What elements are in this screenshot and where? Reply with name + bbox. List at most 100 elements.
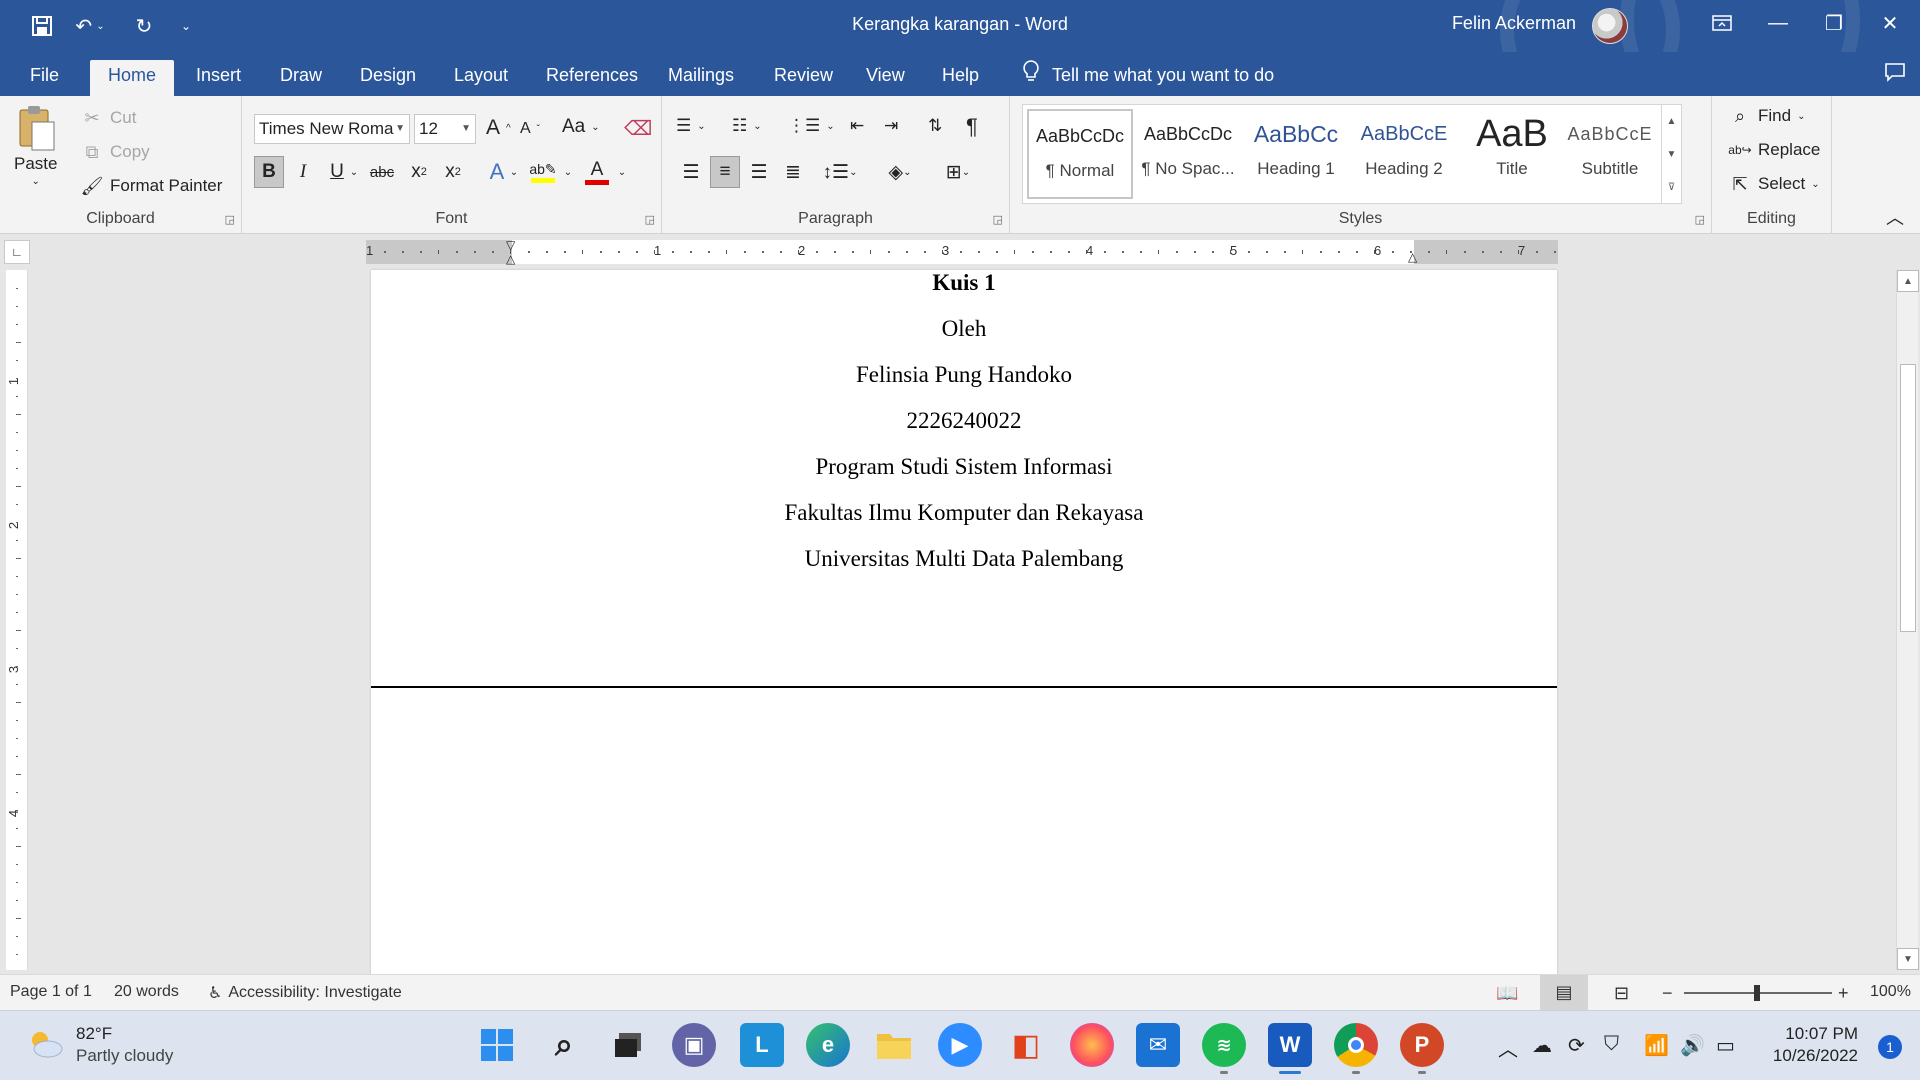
clear-formatting-button[interactable]: ⌫ (624, 116, 652, 141)
underline-dropdown-icon[interactable]: ⌄ (346, 156, 362, 188)
font-color-dropdown-icon[interactable]: ⌄ (614, 156, 630, 188)
ribbon-display-options-icon[interactable] (1692, 0, 1752, 46)
show-hide-button[interactable]: ¶ (966, 114, 978, 140)
task-view-icon[interactable] (606, 1023, 650, 1067)
word-count[interactable]: 20 words (114, 983, 179, 1001)
superscript-button[interactable]: x2 (438, 156, 468, 188)
copy-button[interactable]: ⧉ Copy (80, 140, 150, 164)
zoom-slider-thumb[interactable] (1754, 985, 1760, 1001)
style-heading-1[interactable]: AaBbCc Heading 1 (1243, 109, 1349, 199)
tab-review[interactable]: Review (756, 60, 851, 96)
cut-button[interactable]: ✂ Cut (80, 106, 136, 130)
font-size-dropdown-icon[interactable]: ▼ (461, 115, 471, 143)
zoom-out-icon[interactable]: − (1662, 983, 1673, 1004)
firefox-icon[interactable] (1070, 1023, 1114, 1067)
line-spacing-button[interactable]: ↕☰ ⌄ (820, 156, 860, 188)
shrink-font-button[interactable]: Aˇ (520, 120, 540, 138)
align-center-button[interactable]: ≡ (710, 156, 740, 188)
clipboard-launcher-icon[interactable]: ◲ (225, 213, 235, 226)
italic-button[interactable]: I (288, 156, 318, 188)
style-title[interactable]: AaB Title (1459, 109, 1565, 199)
comments-icon[interactable] (1884, 62, 1906, 88)
print-layout-icon[interactable]: ▤ (1540, 975, 1588, 1010)
show-hidden-icons-icon[interactable]: ︿ (1498, 1033, 1518, 1062)
zoom-in-icon[interactable]: + (1838, 983, 1849, 1004)
subscript-button[interactable]: x2 (404, 156, 434, 188)
chrome-icon[interactable] (1334, 1023, 1378, 1074)
find-button[interactable]: ⌕ Find ⌄ (1728, 104, 1806, 128)
align-left-button[interactable]: ☰ (676, 156, 706, 188)
text-effects-dropdown-icon[interactable]: ⌄ (506, 156, 522, 188)
office-icon[interactable]: ◧ (1004, 1023, 1048, 1067)
format-painter-button[interactable]: 🖌 Format Painter (80, 174, 223, 198)
accessibility-status[interactable]: ♿ Accessibility: Investigate (208, 983, 402, 1003)
word-icon[interactable]: W (1268, 1023, 1312, 1074)
tab-selector[interactable]: ∟ (4, 240, 30, 264)
vertical-scrollbar[interactable]: ▲ ▼ (1896, 270, 1919, 970)
tell-me-search[interactable]: Tell me what you want to do (1022, 59, 1274, 90)
tab-draw[interactable]: Draw (262, 60, 340, 96)
lumion-icon[interactable]: L (740, 1023, 784, 1067)
tab-home[interactable]: Home (90, 60, 175, 96)
highlight-button[interactable]: ab✎ (528, 156, 558, 188)
increase-indent-button[interactable]: ⇥ (884, 116, 898, 136)
grow-font-button[interactable]: A ^ (486, 116, 511, 140)
zoom-app-icon[interactable]: ▶ (938, 1023, 982, 1067)
edge-icon[interactable]: e (806, 1023, 850, 1067)
highlight-dropdown-icon[interactable]: ⌄ (560, 156, 576, 188)
notification-badge[interactable]: 1 (1878, 1035, 1902, 1059)
doc-line[interactable]: Felinsia Pung Handoko (371, 362, 1557, 388)
decrease-indent-button[interactable]: ⇤ (850, 116, 864, 136)
sync-icon[interactable]: ⟳ (1568, 1033, 1585, 1058)
paragraph-launcher-icon[interactable]: ◲ (993, 213, 1003, 226)
tab-insert[interactable]: Insert (178, 60, 259, 96)
tab-design[interactable]: Design (342, 60, 434, 96)
avatar[interactable] (1592, 8, 1628, 44)
spotify-icon[interactable]: ≋ (1202, 1023, 1246, 1074)
doc-line[interactable]: Oleh (371, 316, 1557, 342)
zoom-level[interactable]: 100% (1870, 983, 1911, 1001)
doc-line[interactable]: Program Studi Sistem Informasi (371, 454, 1557, 480)
page-count[interactable]: Page 1 of 1 (10, 983, 92, 1001)
multilevel-list-button[interactable]: ⋮☰ ⌄ (788, 116, 835, 136)
tab-file[interactable]: File (12, 60, 77, 96)
borders-button[interactable]: ⊞ ⌄ (936, 156, 980, 188)
mail-icon[interactable]: ✉ (1136, 1023, 1180, 1067)
restore-icon[interactable]: ❐ (1804, 0, 1864, 46)
paste-button[interactable]: Paste ⌄ (14, 104, 57, 187)
style-subtitle[interactable]: AaBbCcE Subtitle (1557, 109, 1663, 199)
paste-dropdown-icon[interactable]: ⌄ (32, 176, 40, 187)
start-icon[interactable] (475, 1023, 519, 1067)
strikethrough-button[interactable]: abc (364, 156, 400, 188)
doc-line[interactable]: Universitas Multi Data Palembang (371, 546, 1557, 572)
powerpoint-icon[interactable]: P (1400, 1023, 1444, 1074)
styles-launcher-icon[interactable]: ◲ (1695, 213, 1705, 226)
font-size-box[interactable]: 12 ▼ (414, 114, 476, 144)
hanging-indent-marker[interactable]: △ (506, 252, 515, 266)
horizontal-ruler[interactable]: 1 1 2 3 4 5 6 7 ▽ △ △ (366, 238, 1558, 266)
styles-more-icon[interactable]: ⊽ (1661, 171, 1681, 204)
search-taskbar-icon[interactable]: ⌕ (542, 1023, 586, 1067)
font-color-button[interactable]: A (582, 156, 612, 188)
user-name[interactable]: Felin Ackerman (1452, 13, 1576, 34)
clock[interactable]: 10:07 PM 10/26/2022 (1773, 1023, 1858, 1067)
bold-button[interactable]: B (254, 156, 284, 188)
close-icon[interactable]: ✕ (1860, 0, 1920, 46)
select-button[interactable]: ⇱ Select ⌄ (1728, 172, 1819, 196)
tab-mailings[interactable]: Mailings (650, 60, 752, 96)
tab-help[interactable]: Help (924, 60, 997, 96)
volume-icon[interactable]: 🔊 (1680, 1033, 1705, 1058)
replace-button[interactable]: ab↪ Replace (1728, 138, 1820, 162)
weather-widget[interactable]: 82°F Partly cloudy (26, 1023, 173, 1067)
antivirus-icon[interactable]: ⛉ (1604, 1033, 1619, 1056)
scroll-up-icon[interactable]: ▲ (1897, 270, 1919, 292)
minimize-icon[interactable]: — (1748, 0, 1808, 46)
font-name-dropdown-icon[interactable]: ▼ (395, 115, 405, 143)
scroll-down-icon[interactable]: ▼ (1897, 948, 1919, 970)
scroll-thumb[interactable] (1900, 364, 1916, 632)
document-page[interactable]: Kuis 1 Oleh Felinsia Pung Handoko 222624… (371, 270, 1557, 974)
tab-view[interactable]: View (848, 60, 923, 96)
doc-line[interactable]: Fakultas Ilmu Komputer dan Rekayasa (371, 500, 1557, 526)
collapse-ribbon-icon[interactable]: ︿ (1886, 204, 1904, 230)
font-name-box[interactable]: Times New Roma ▼ (254, 114, 410, 144)
